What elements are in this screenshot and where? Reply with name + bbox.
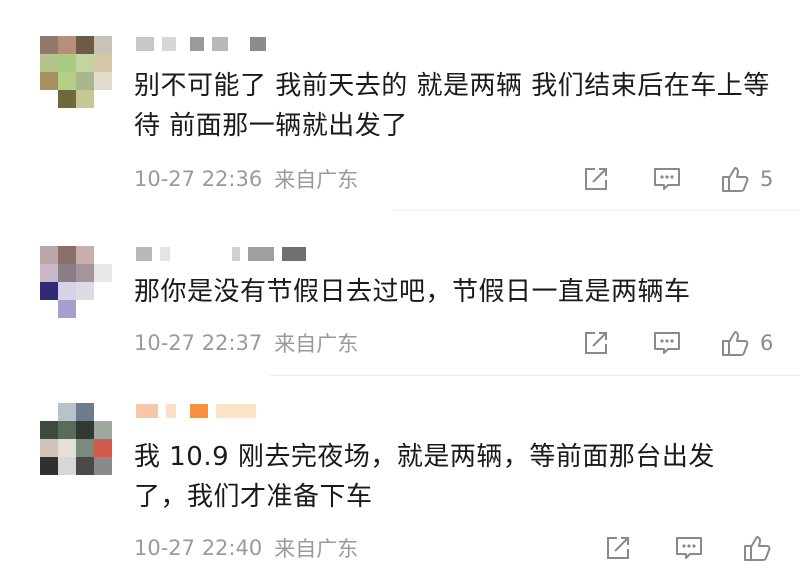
avatar[interactable] xyxy=(40,246,112,318)
comment-actions xyxy=(604,530,782,566)
comment-button[interactable] xyxy=(652,329,682,357)
share-button[interactable] xyxy=(582,329,610,357)
timestamp: 10-27 22:37 xyxy=(134,331,263,355)
like-count: 6 xyxy=(760,331,774,355)
username-blurred[interactable] xyxy=(136,403,264,419)
comment-button[interactable] xyxy=(652,165,682,193)
timestamp: 10-27 22:40 xyxy=(134,536,263,560)
comment-item: 我 10.9 刚去完夜场，就是两辆，等前面那台出发了，我们才准备下车 10-27… xyxy=(0,375,800,579)
comment-item: 别不可能了 我前天去的 就是两辆 我们结束后在车上等待 前面那一辆就出发了 10… xyxy=(0,0,800,210)
share-icon xyxy=(607,537,629,559)
location: 来自广东 xyxy=(274,168,359,192)
thumbs-up-icon xyxy=(722,331,749,356)
comment-meta: 10-27 22:40 来自广东 xyxy=(134,533,358,563)
avatar[interactable] xyxy=(40,36,112,108)
avatar[interactable] xyxy=(40,403,112,475)
comment-button[interactable] xyxy=(674,534,704,562)
share-button[interactable] xyxy=(582,165,610,193)
like-button[interactable]: 5 xyxy=(720,164,773,194)
comment-meta: 10-27 22:36 来自广东 xyxy=(134,164,358,194)
timestamp: 10-27 22:36 xyxy=(134,167,263,191)
comment-text: 我 10.9 刚去完夜场，就是两辆，等前面那台出发了，我们才准备下车 xyxy=(134,442,715,512)
comment-icon xyxy=(676,537,702,559)
comment-text: 别不可能了 我前天去的 就是两辆 我们结束后在车上等待 前面那一辆就出发了 xyxy=(134,71,770,141)
comment-actions: 6 xyxy=(582,325,773,361)
like-count: 5 xyxy=(760,167,774,191)
username-blurred[interactable] xyxy=(136,246,314,262)
comment-text: 那你是没有节假日去过吧，节假日一直是两辆车 xyxy=(134,277,691,307)
share-icon xyxy=(585,332,607,354)
share-icon xyxy=(585,168,607,190)
like-button[interactable]: 6 xyxy=(720,328,773,358)
comment-icon xyxy=(654,168,680,190)
comment-meta: 10-27 22:37 来自广东 xyxy=(134,328,358,358)
comment-icon xyxy=(654,332,680,354)
location: 来自广东 xyxy=(274,537,359,561)
comment-actions: 5 xyxy=(582,161,773,197)
share-button[interactable] xyxy=(604,534,632,562)
location: 来自广东 xyxy=(274,332,359,356)
thumbs-up-icon xyxy=(744,536,771,561)
thumbs-up-icon xyxy=(722,167,749,192)
comment-item: 那你是没有节假日去过吧，节假日一直是两辆车 10-27 22:37 来自广东 6 xyxy=(0,210,800,375)
username-blurred[interactable] xyxy=(136,36,274,52)
like-button[interactable] xyxy=(742,533,782,563)
